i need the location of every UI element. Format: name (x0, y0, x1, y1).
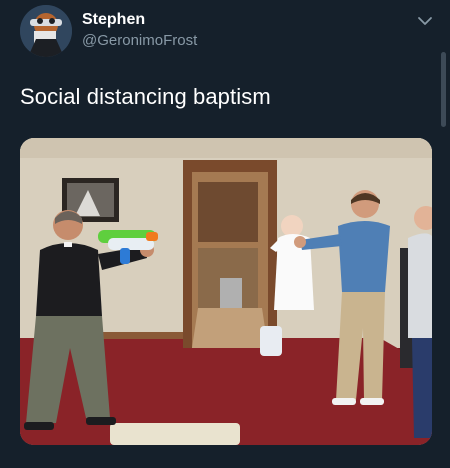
author-handle[interactable]: @GeronimoFrost (82, 32, 197, 49)
scrollbar[interactable] (441, 52, 446, 127)
tweet-photo[interactable] (20, 138, 432, 445)
chevron-down-icon[interactable] (414, 10, 436, 32)
avatar-image (20, 5, 72, 57)
author-avatar[interactable] (20, 5, 72, 57)
author-name[interactable]: Stephen (82, 11, 145, 29)
tweet-text: Social distancing baptism (20, 84, 271, 109)
photo-illustration (20, 138, 432, 445)
